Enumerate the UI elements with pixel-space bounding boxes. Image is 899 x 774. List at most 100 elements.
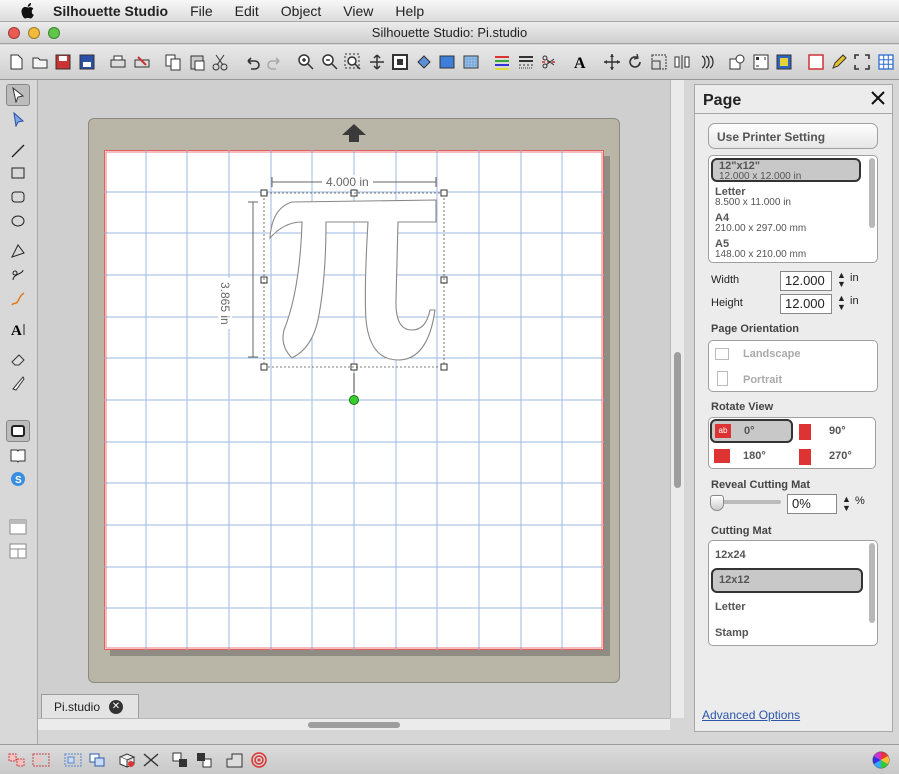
make-compound-path-icon[interactable] <box>62 749 84 771</box>
menu-help[interactable]: Help <box>395 3 424 19</box>
edit-points-icon[interactable] <box>6 108 30 130</box>
text-style-icon[interactable]: A <box>570 51 591 73</box>
deselect-icon[interactable] <box>140 749 162 771</box>
width-stepper[interactable]: ▲ ▼ <box>837 271 847 289</box>
rotate-0-option[interactable]: ab 0° <box>710 419 793 443</box>
align-icon[interactable] <box>672 51 693 73</box>
select-tool-icon[interactable] <box>6 84 30 106</box>
apple-logo-icon[interactable] <box>18 2 38 20</box>
undo-icon[interactable] <box>241 51 262 73</box>
pi-shape[interactable] <box>240 170 460 410</box>
reveal-field[interactable]: 0% <box>787 494 837 514</box>
page-size-12x12[interactable]: 12"x12" 12.000 x 12.000 in <box>711 158 861 182</box>
reveal-stepper[interactable]: ▲ ▼ <box>842 495 852 513</box>
fill-bucket-icon[interactable] <box>413 51 434 73</box>
menu-edit[interactable]: Edit <box>235 3 259 19</box>
zoom-out-icon[interactable] <box>319 51 340 73</box>
menu-file[interactable]: File <box>190 3 213 19</box>
open-file-icon[interactable] <box>29 51 50 73</box>
mat-letter[interactable]: Letter <box>709 601 877 613</box>
grid-icon[interactable] <box>875 51 896 73</box>
pan-icon[interactable] <box>366 51 387 73</box>
group-icon[interactable] <box>6 749 28 771</box>
advanced-options-link[interactable]: Advanced Options <box>702 708 800 722</box>
horizontal-scrollbar[interactable] <box>38 718 670 730</box>
use-printer-setting-button[interactable]: Use Printer Setting <box>708 123 878 149</box>
curve-tool-icon[interactable] <box>6 264 30 286</box>
ungroup-icon[interactable] <box>30 749 52 771</box>
pen-icon[interactable] <box>829 51 850 73</box>
copy-icon[interactable] <box>163 51 184 73</box>
registration-marks-icon[interactable] <box>750 51 771 73</box>
panel-view-icon[interactable] <box>6 516 30 538</box>
line-style-icon[interactable] <box>515 51 536 73</box>
select-all-icon[interactable] <box>116 749 138 771</box>
page-size-a4[interactable]: A4 210.00 x 297.00 mm <box>709 213 877 234</box>
send-to-back-icon[interactable] <box>194 749 216 771</box>
eraser-tool-icon[interactable] <box>6 348 30 370</box>
menu-view[interactable]: View <box>343 3 373 19</box>
bring-to-front-icon[interactable] <box>170 749 192 771</box>
portrait-option[interactable]: Portrait <box>743 374 782 386</box>
library-icon[interactable] <box>6 444 30 466</box>
fill-pattern-icon[interactable] <box>460 51 481 73</box>
zoom-window-button[interactable] <box>48 27 60 39</box>
menu-app-name[interactable]: Silhouette Studio <box>53 3 168 19</box>
rotate-180-option[interactable]: 180° <box>712 446 788 468</box>
split-view-icon[interactable] <box>6 540 30 562</box>
rotate-icon[interactable] <box>625 51 646 73</box>
expand-icon[interactable] <box>852 51 873 73</box>
width-field[interactable]: 12.000 <box>780 271 832 291</box>
transform-icon[interactable] <box>601 51 622 73</box>
load-mat-arrow-icon[interactable] <box>339 122 369 144</box>
zoom-in-icon[interactable] <box>296 51 317 73</box>
landscape-option[interactable]: Landscape <box>743 348 800 360</box>
page-size-scrollbar[interactable] <box>869 158 875 228</box>
page-settings-icon[interactable] <box>727 51 748 73</box>
close-tab-icon[interactable]: ✕ <box>109 700 123 714</box>
zoom-selection-icon[interactable] <box>343 51 364 73</box>
menu-object[interactable]: Object <box>281 3 321 19</box>
page-size-letter[interactable]: Letter 8.500 x 11.000 in <box>709 187 877 208</box>
rotate-270-option[interactable]: 270° <box>797 446 873 468</box>
fit-to-page-icon[interactable] <box>390 51 411 73</box>
polygon-tool-icon[interactable] <box>6 240 30 262</box>
height-stepper[interactable]: ▲ ▼ <box>837 294 847 312</box>
paste-icon[interactable] <box>186 51 207 73</box>
weld-icon[interactable] <box>224 749 246 771</box>
minimize-window-button[interactable] <box>28 27 40 39</box>
new-file-icon[interactable] <box>6 51 27 73</box>
color-wheel-icon[interactable] <box>870 749 892 771</box>
freehand-tool-icon[interactable] <box>6 288 30 310</box>
vertical-scrollbar[interactable] <box>670 80 684 718</box>
close-window-button[interactable] <box>8 27 20 39</box>
print-cut-icon[interactable] <box>131 51 152 73</box>
cut-icon[interactable] <box>210 51 231 73</box>
offset-cut-icon[interactable] <box>248 749 270 771</box>
knife-tool-icon[interactable] <box>6 372 30 394</box>
close-panel-icon[interactable] <box>870 90 886 111</box>
text-tool-icon[interactable]: A <box>6 318 30 340</box>
tab-pi-studio[interactable]: Pi.studio ✕ <box>41 694 139 718</box>
cut-settings-icon[interactable] <box>539 51 560 73</box>
line-color-icon[interactable] <box>492 51 513 73</box>
line-tool-icon[interactable] <box>6 140 30 162</box>
online-store-icon[interactable]: S <box>6 468 30 490</box>
design-page-icon[interactable] <box>6 420 30 442</box>
mat-stamp[interactable]: Stamp <box>709 627 877 639</box>
sketch-pen-icon[interactable] <box>805 51 826 73</box>
fill-color-icon[interactable] <box>437 51 458 73</box>
scale-icon[interactable] <box>648 51 669 73</box>
rotate-90-option[interactable]: 90° <box>797 421 873 443</box>
mat-12x24[interactable]: 12x24 <box>709 549 877 561</box>
rectangle-tool-icon[interactable] <box>6 162 30 184</box>
save-to-library-icon[interactable] <box>76 51 97 73</box>
reveal-slider-handle[interactable] <box>710 495 724 511</box>
mat-12x12[interactable]: 12x12 <box>711 568 863 593</box>
release-compound-path-icon[interactable] <box>86 749 108 771</box>
height-field[interactable]: 12.000 <box>780 294 832 314</box>
cut-border-icon[interactable] <box>774 51 795 73</box>
rounded-rectangle-tool-icon[interactable] <box>6 186 30 208</box>
save-icon[interactable] <box>53 51 74 73</box>
page-size-a5[interactable]: A5 148.00 x 210.00 mm <box>709 239 877 260</box>
